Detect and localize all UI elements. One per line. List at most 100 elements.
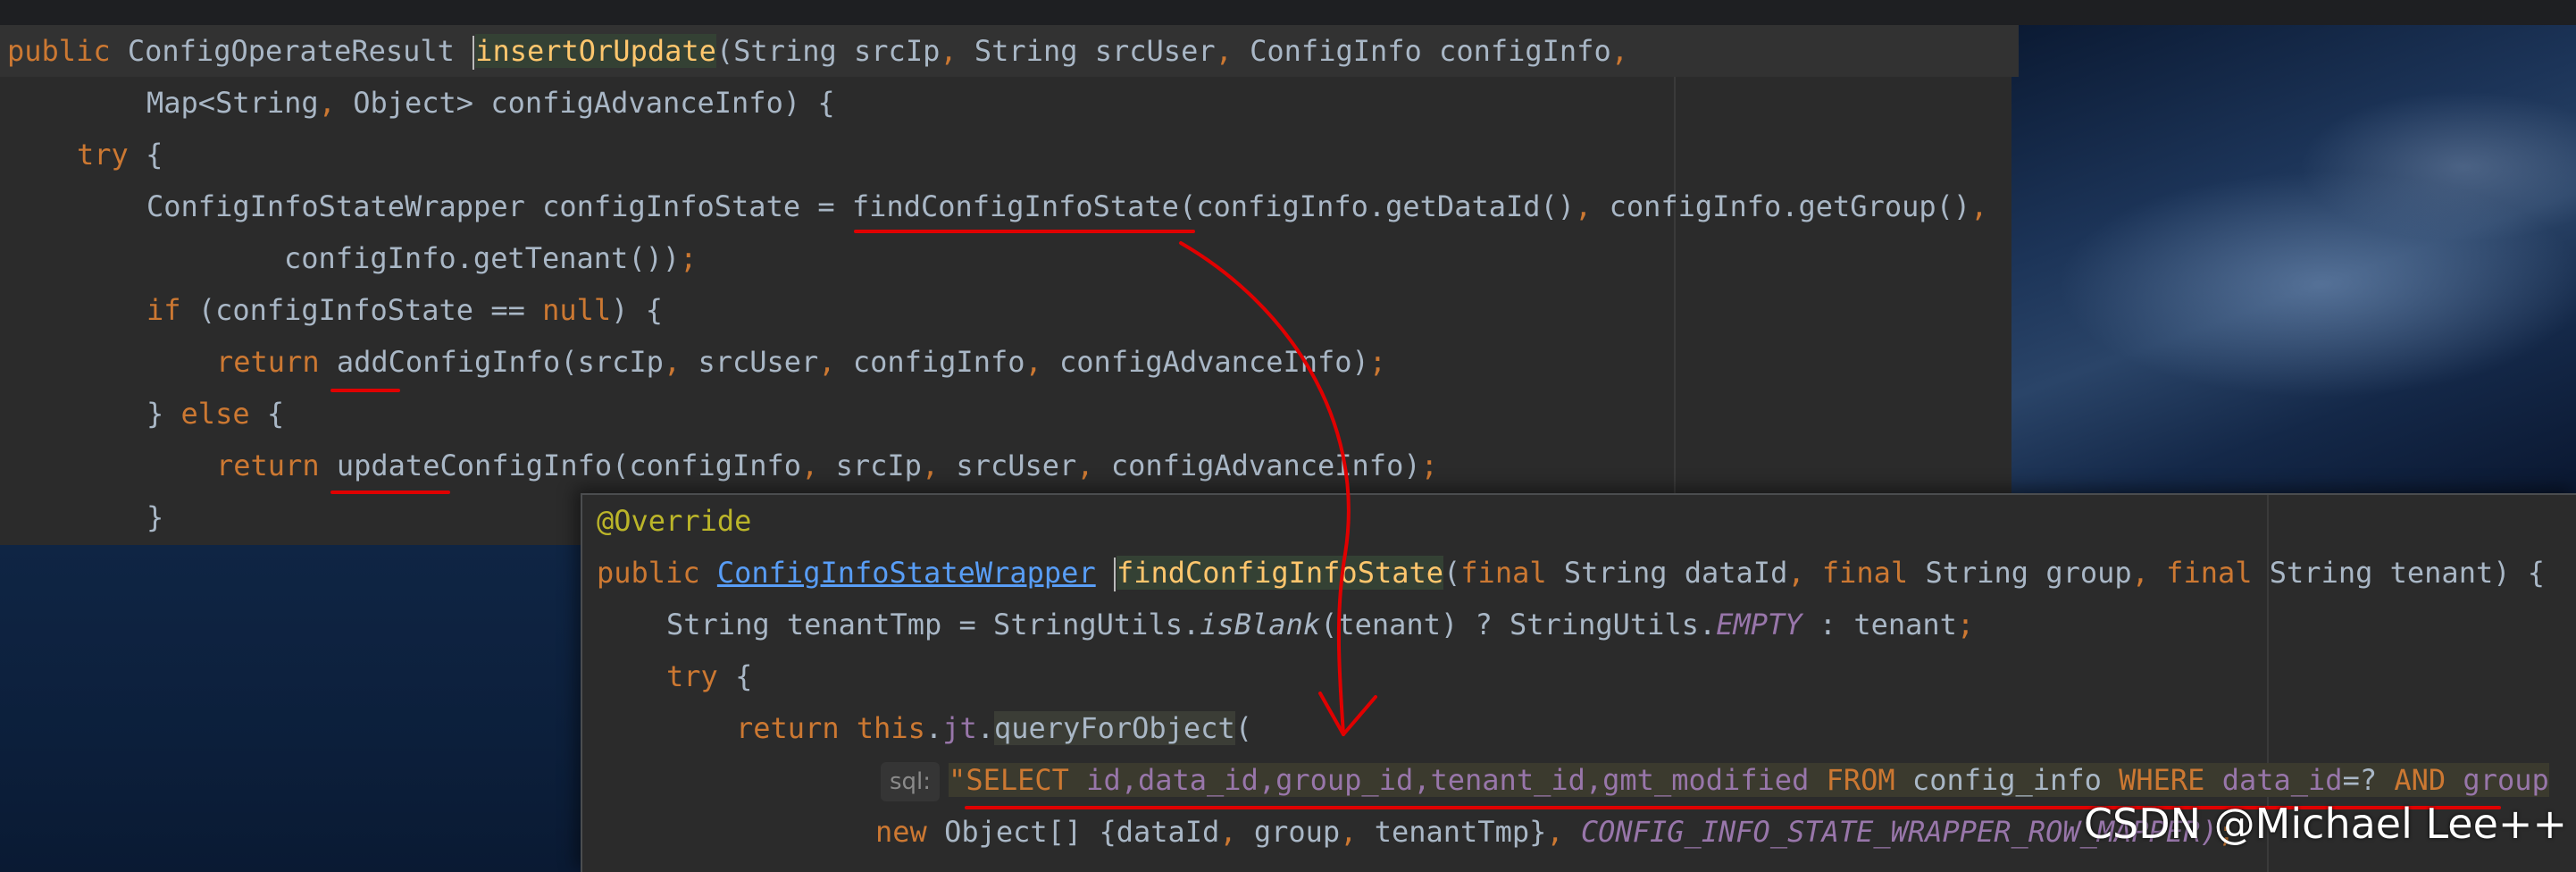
method-call-findConfigInfoState[interactable]: findConfigInfoState — [852, 189, 1179, 223]
code-text: configAdvanceInfo) — [1093, 449, 1421, 482]
keyword-null: null — [542, 293, 612, 327]
sql-column: data_id — [2204, 763, 2343, 797]
keyword-final: final — [2166, 556, 2253, 590]
code-text: . — [976, 711, 994, 745]
code-text: : tenant — [1802, 608, 1957, 641]
code-line-7[interactable]: return addConfigInfo(srcIp, srcUser, con… — [216, 336, 1386, 388]
code-line-3[interactable]: try { — [77, 129, 163, 180]
comma: , — [1340, 815, 1358, 849]
code-text: configInfo — [835, 345, 1025, 379]
code-text: { — [249, 397, 285, 431]
code-line-5[interactable]: configInfo.getTenant()); — [284, 232, 697, 284]
code-line-2[interactable]: Map<String, Object> configAdvanceInfo) { — [146, 77, 835, 129]
code-text: (configInfoState == — [180, 293, 543, 327]
code-text: srcIp — [818, 449, 922, 482]
code-line-8[interactable]: } else { — [146, 388, 284, 440]
keyword-new: new — [875, 815, 927, 849]
comma: , — [1215, 34, 1233, 68]
method-call-addConfigInfo[interactable]: addConfigInfo — [320, 345, 560, 379]
keyword-try: try — [666, 659, 718, 693]
desktop-wallpaper — [2011, 25, 2576, 497]
comma: , — [940, 34, 958, 68]
comma: , — [1787, 556, 1805, 590]
method-name-findConfigInfoState[interactable]: findConfigInfoState — [1116, 556, 1444, 590]
popup-line-7[interactable]: new Object[] {dataId, group, tenantTmp},… — [875, 806, 2235, 858]
keyword-try: try — [77, 138, 129, 172]
popup-line-3[interactable]: String tenantTmp = StringUtils.isBlank(t… — [666, 599, 1974, 650]
sql-keyword: SELECT — [966, 763, 1069, 797]
keyword-public: public — [597, 556, 700, 590]
popup-line-1[interactable]: @Override — [597, 495, 751, 547]
code-text: String dataId — [1546, 556, 1788, 590]
comma: , — [1970, 189, 1988, 223]
keyword-if: if — [146, 293, 181, 327]
watermark-text: CSDN @Michael Lee++ — [2083, 800, 2567, 848]
comma: , — [1025, 345, 1042, 379]
code-text: String tenantTmp = StringUtils. — [666, 608, 1200, 641]
keyword-return: return — [736, 711, 840, 745]
sql-language-injection-badge: sql: — [881, 762, 941, 801]
comma: , — [1546, 815, 1564, 849]
code-text: configInfo.getTenant()) — [284, 241, 681, 275]
editor-top-strip — [0, 0, 2576, 25]
method-call-updateConfigInfo[interactable]: updateConfigInfo — [320, 449, 612, 482]
code-text: configAdvanceInfo) — [1041, 345, 1369, 379]
sql-columns: id,data_id,group_id,tenant_id,gmt_modifi… — [1068, 763, 1810, 797]
param: ConfigInfo configInfo — [1232, 34, 1611, 68]
popup-line-5[interactable]: return this.jt.queryForObject( — [736, 702, 1252, 754]
comma: , — [1575, 189, 1593, 223]
right-margin-guide — [1674, 25, 1676, 545]
sql-keyword: FROM — [1809, 763, 1895, 797]
sql-keyword: WHERE — [2101, 763, 2205, 797]
comma: , — [921, 449, 940, 482]
sql-table: config_info — [1894, 763, 2102, 797]
code-text: group — [1236, 815, 1341, 849]
comma: , — [2131, 556, 2149, 590]
code-text: ( — [1234, 711, 1252, 745]
red-underline-findConfigInfoState — [854, 230, 1195, 233]
code-line-6[interactable]: if (configInfoState == null) { — [146, 284, 663, 336]
comma: , — [1610, 34, 1628, 68]
semicolon: ; — [1956, 608, 1975, 641]
keyword-public: public — [7, 34, 111, 68]
return-type: ConfigOperateResult — [127, 34, 455, 68]
popup-line-2[interactable]: public ConfigInfoStateWrapper findConfig… — [597, 547, 2545, 599]
field-jt: jt — [942, 711, 977, 745]
code-text: (configInfo.getDataId() — [1178, 189, 1576, 223]
param: String srcUser — [957, 34, 1216, 68]
red-underline-updateConfigInfo — [330, 490, 450, 494]
code-line-9[interactable]: return updateConfigInfo(configInfo, srcI… — [216, 440, 1438, 491]
comma: , — [801, 449, 819, 482]
code-text: } — [146, 397, 181, 431]
static-method-isBlank[interactable]: isBlank — [1200, 608, 1320, 641]
code-text: { — [717, 659, 753, 693]
text-caret — [473, 36, 475, 70]
comma: , — [318, 86, 336, 120]
keyword-this: this — [839, 711, 925, 745]
method-name-insertOrUpdate[interactable]: insertOrUpdate — [475, 34, 716, 68]
popup-line-4[interactable]: try { — [666, 650, 752, 702]
code-text: Object> configAdvanceInfo) { — [335, 86, 835, 120]
code-line-4[interactable]: ConfigInfoStateWrapper configInfoState =… — [146, 180, 1987, 232]
code-text: (srcIp — [560, 345, 664, 379]
keyword-return: return — [216, 449, 320, 482]
type-link-ConfigInfoStateWrapper[interactable]: ConfigInfoStateWrapper — [717, 556, 1096, 590]
semicolon: ; — [680, 241, 698, 275]
red-underline-addConfigInfo — [330, 389, 400, 392]
code-text: (configInfo — [612, 449, 802, 482]
keyword-final: final — [1460, 556, 1547, 590]
code-text: String tenant) { — [2252, 556, 2546, 590]
code-text: configInfo.getGroup() — [1592, 189, 1971, 223]
code-text: tenantTmp} — [1357, 815, 1547, 849]
sql-string-literal: "SELECT id,data_id,group_id,tenant_id,gm… — [949, 763, 2549, 797]
sql-column: group — [2446, 763, 2549, 797]
code-text: srcUser — [939, 449, 1077, 482]
constant-EMPTY: EMPTY — [1716, 608, 1802, 641]
code-text: ConfigInfoStateWrapper configInfoState = — [146, 189, 852, 223]
method-call-queryForObject[interactable]: queryForObject — [993, 711, 1235, 745]
sql-keyword: AND — [2377, 763, 2446, 797]
code-text: ) { — [611, 293, 663, 327]
code-line-10[interactable]: } — [146, 491, 163, 543]
code-text: String group — [1908, 556, 2132, 590]
code-line-1[interactable]: public ConfigOperateResult insertOrUpdat… — [0, 25, 2019, 77]
